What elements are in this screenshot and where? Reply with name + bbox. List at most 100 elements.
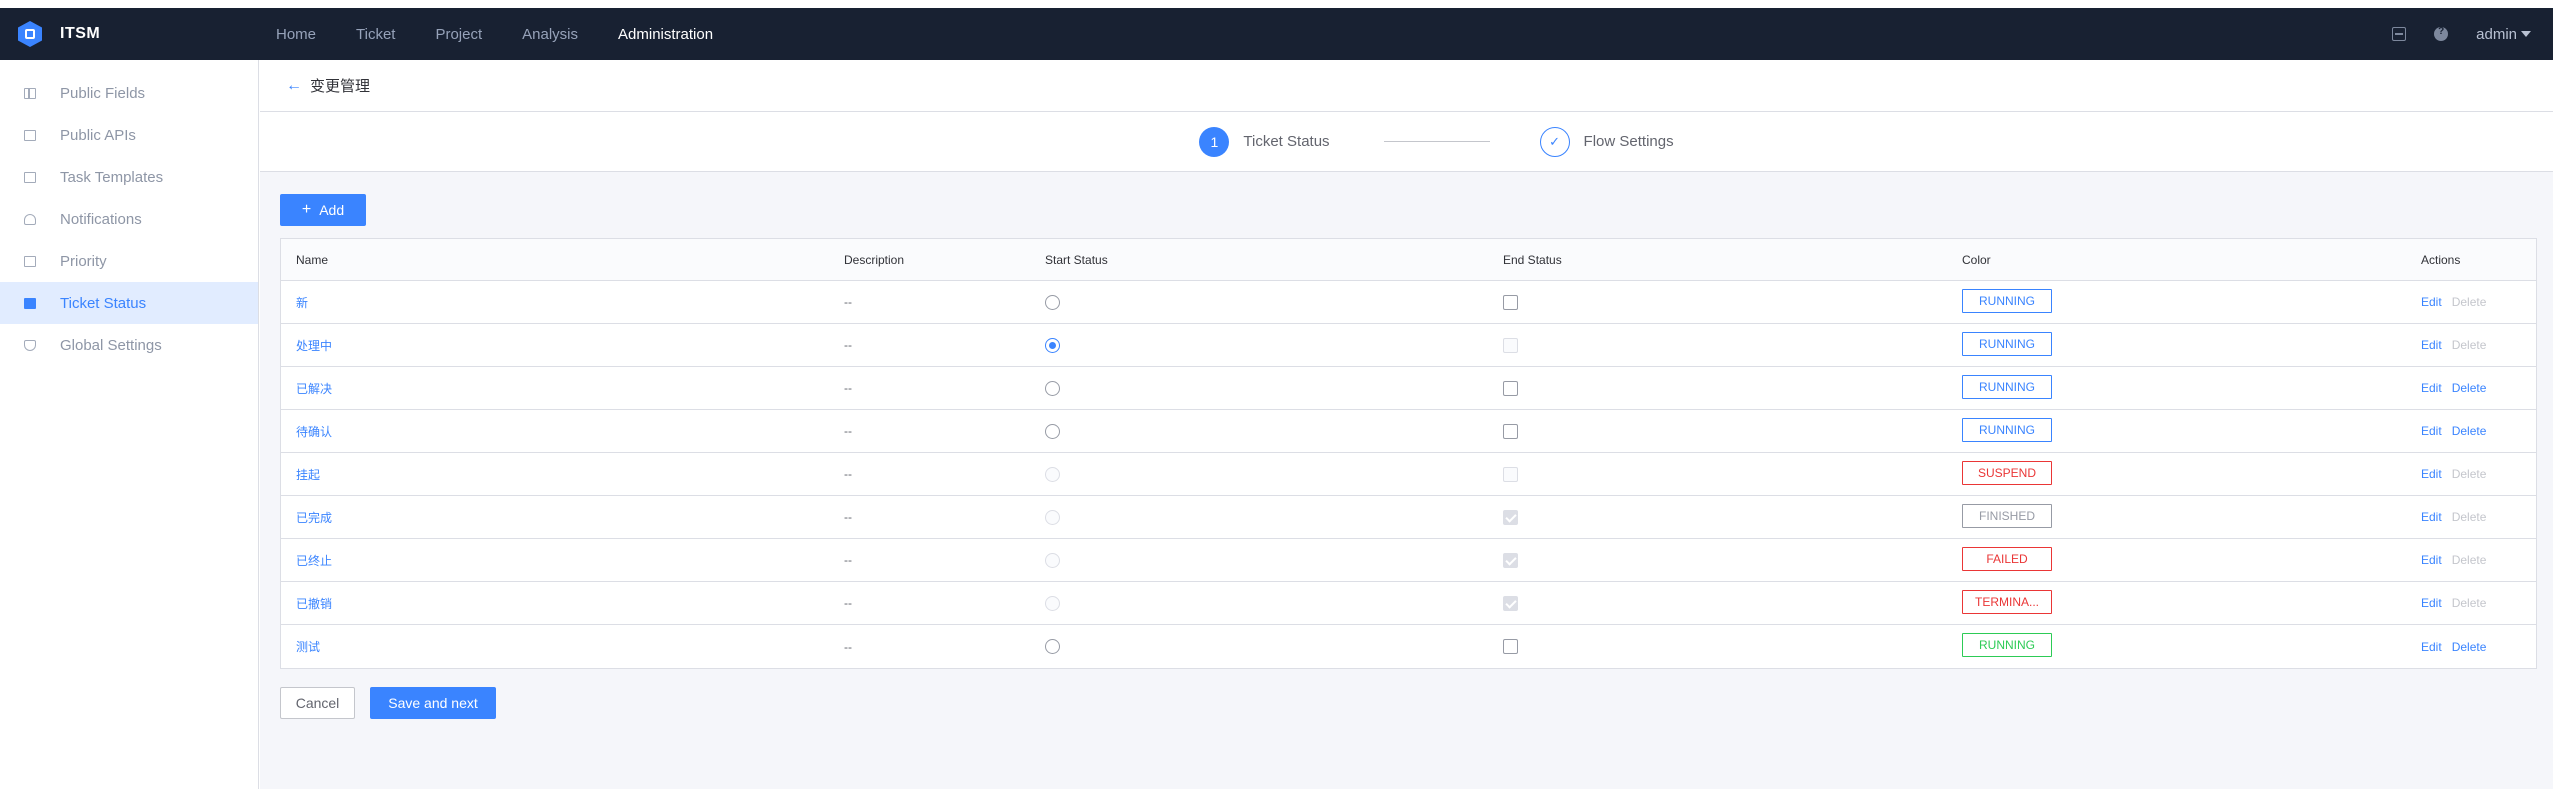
edit-button[interactable]: Edit [2421, 553, 2442, 567]
check-icon: ✓ [1539, 126, 1570, 157]
step-connector [1383, 141, 1490, 142]
edit-button[interactable]: Edit [2421, 424, 2442, 438]
nav-project[interactable]: Project [435, 26, 482, 43]
sidebar-item-label: Global Settings [60, 336, 162, 354]
end-status-checkbox[interactable] [1503, 294, 1518, 310]
status-table: Name Description Start Status End Status… [280, 238, 2537, 669]
end-status-checkbox[interactable] [1503, 423, 1518, 439]
status-name-link[interactable]: 已解决 [296, 382, 332, 396]
step-label: Flow Settings [1583, 133, 1674, 150]
cancel-button[interactable]: Cancel [280, 687, 355, 719]
nav-administration[interactable]: Administration [618, 26, 713, 43]
table-row: 处理中 -- RUNNING Edit Delete [281, 324, 2536, 367]
delete-button: Delete [2451, 295, 2487, 309]
plus-icon: + [301, 201, 312, 218]
status-name-link[interactable]: 已完成 [296, 511, 332, 525]
delete-button[interactable]: Delete [2452, 640, 2487, 654]
back-arrow-icon[interactable]: ← [286, 77, 302, 95]
edit-button[interactable]: Edit [2421, 596, 2442, 610]
status-name-link[interactable]: 测试 [296, 640, 320, 654]
table-row: 新 -- RUNNING Edit Delete [281, 281, 2536, 324]
start-status-radio [1045, 466, 1060, 482]
start-status-radio[interactable] [1045, 294, 1060, 310]
delete-button: Delete [2451, 596, 2487, 610]
status-description: -- [844, 381, 852, 395]
top-strip [0, 0, 2553, 8]
sidebar: Public Fields Public APIs Task Templates… [0, 60, 259, 789]
sidebar-item-label: Public APIs [60, 126, 136, 144]
sidebar-item-label: Ticket Status [60, 294, 147, 312]
status-name-link[interactable]: 待确认 [296, 425, 332, 439]
step-flow-settings[interactable]: ✓ Flow Settings [1539, 126, 1674, 157]
column-header-name: Name [296, 252, 329, 267]
sidebar-item-priority[interactable]: Priority [0, 240, 258, 282]
sidebar-item-global-settings[interactable]: Global Settings [0, 324, 258, 366]
end-status-checkbox [1503, 466, 1518, 482]
status-description: -- [844, 424, 852, 438]
status-name-link[interactable]: 新 [296, 296, 308, 310]
end-status-checkbox[interactable] [1503, 380, 1518, 396]
bell-icon [24, 213, 36, 225]
start-status-radio[interactable] [1045, 380, 1060, 396]
status-name-link[interactable]: 挂起 [296, 468, 320, 482]
add-button[interactable]: + Add [280, 194, 366, 226]
nav-ticket[interactable]: Ticket [356, 26, 395, 43]
user-name: admin [2476, 25, 2517, 43]
status-color-tag: RUNNING [1962, 417, 2052, 442]
start-status-radio[interactable] [1045, 639, 1060, 655]
help-icon[interactable] [2434, 26, 2449, 41]
edit-button[interactable]: Edit [2421, 338, 2442, 352]
edit-button[interactable]: Edit [2421, 295, 2442, 309]
start-status-radio[interactable] [1045, 423, 1060, 439]
status-description: -- [844, 295, 852, 309]
edit-button[interactable]: Edit [2421, 381, 2442, 395]
api-icon [24, 129, 36, 141]
end-status-checkbox [1503, 552, 1518, 568]
table-body: 新 -- RUNNING Edit Delete 处理中 -- RUNNING Edit Dele… [281, 281, 2536, 668]
status-description: -- [844, 639, 852, 654]
delete-button: Delete [2451, 338, 2487, 352]
nav-home[interactable]: Home [276, 26, 316, 43]
grid-icon [24, 87, 36, 99]
sidebar-item-label: Public Fields [60, 84, 146, 102]
add-button-label: Add [319, 202, 345, 218]
start-status-radio [1045, 509, 1060, 525]
sidebar-item-public-fields[interactable]: Public Fields [0, 72, 258, 114]
edit-button[interactable]: Edit [2421, 467, 2442, 481]
footer-buttons: Cancel Save and next [280, 687, 2541, 719]
start-status-radio [1045, 552, 1060, 568]
status-name-link[interactable]: 已终止 [296, 554, 332, 568]
end-status-checkbox[interactable] [1503, 639, 1518, 655]
step-indicator: 1 Ticket Status ✓ Flow Settings [260, 112, 2553, 172]
column-header-actions: Actions [2421, 252, 2461, 267]
edit-button[interactable]: Edit [2421, 640, 2442, 654]
start-status-radio[interactable] [1045, 337, 1060, 353]
user-menu[interactable]: admin [2476, 26, 2531, 43]
step-ticket-status[interactable]: 1 Ticket Status [1199, 126, 1330, 157]
delete-button[interactable]: Delete [2452, 424, 2487, 438]
document-icon[interactable] [2392, 27, 2407, 41]
top-right-tools: admin [2392, 8, 2531, 60]
status-color-tag: SUSPEND [1962, 460, 2052, 485]
column-header-color: Color [1962, 252, 1991, 267]
itsm-logo-icon [18, 21, 42, 47]
delete-button[interactable]: Delete [2452, 381, 2487, 395]
app-logo[interactable]: ITSM [18, 21, 258, 47]
priority-icon [24, 255, 36, 267]
status-name-link[interactable]: 处理中 [296, 339, 332, 353]
status-description: -- [844, 338, 852, 352]
status-description: -- [844, 596, 852, 610]
sidebar-item-ticket-status[interactable]: Ticket Status [0, 282, 258, 324]
save-and-next-button[interactable]: Save and next [370, 687, 496, 719]
sidebar-item-notifications[interactable]: Notifications [0, 198, 258, 240]
status-name-link[interactable]: 已撤销 [296, 597, 332, 611]
status-color-tag: RUNNING [1962, 288, 2052, 313]
sidebar-item-public-apis[interactable]: Public APIs [0, 114, 258, 156]
end-status-checkbox [1503, 509, 1518, 525]
edit-button[interactable]: Edit [2421, 510, 2442, 524]
end-status-checkbox [1503, 595, 1518, 611]
table-header: Name Description Start Status End Status… [281, 239, 2536, 281]
nav-analysis[interactable]: Analysis [522, 26, 578, 43]
sidebar-item-task-templates[interactable]: Task Templates [0, 156, 258, 198]
start-status-radio [1045, 595, 1060, 611]
